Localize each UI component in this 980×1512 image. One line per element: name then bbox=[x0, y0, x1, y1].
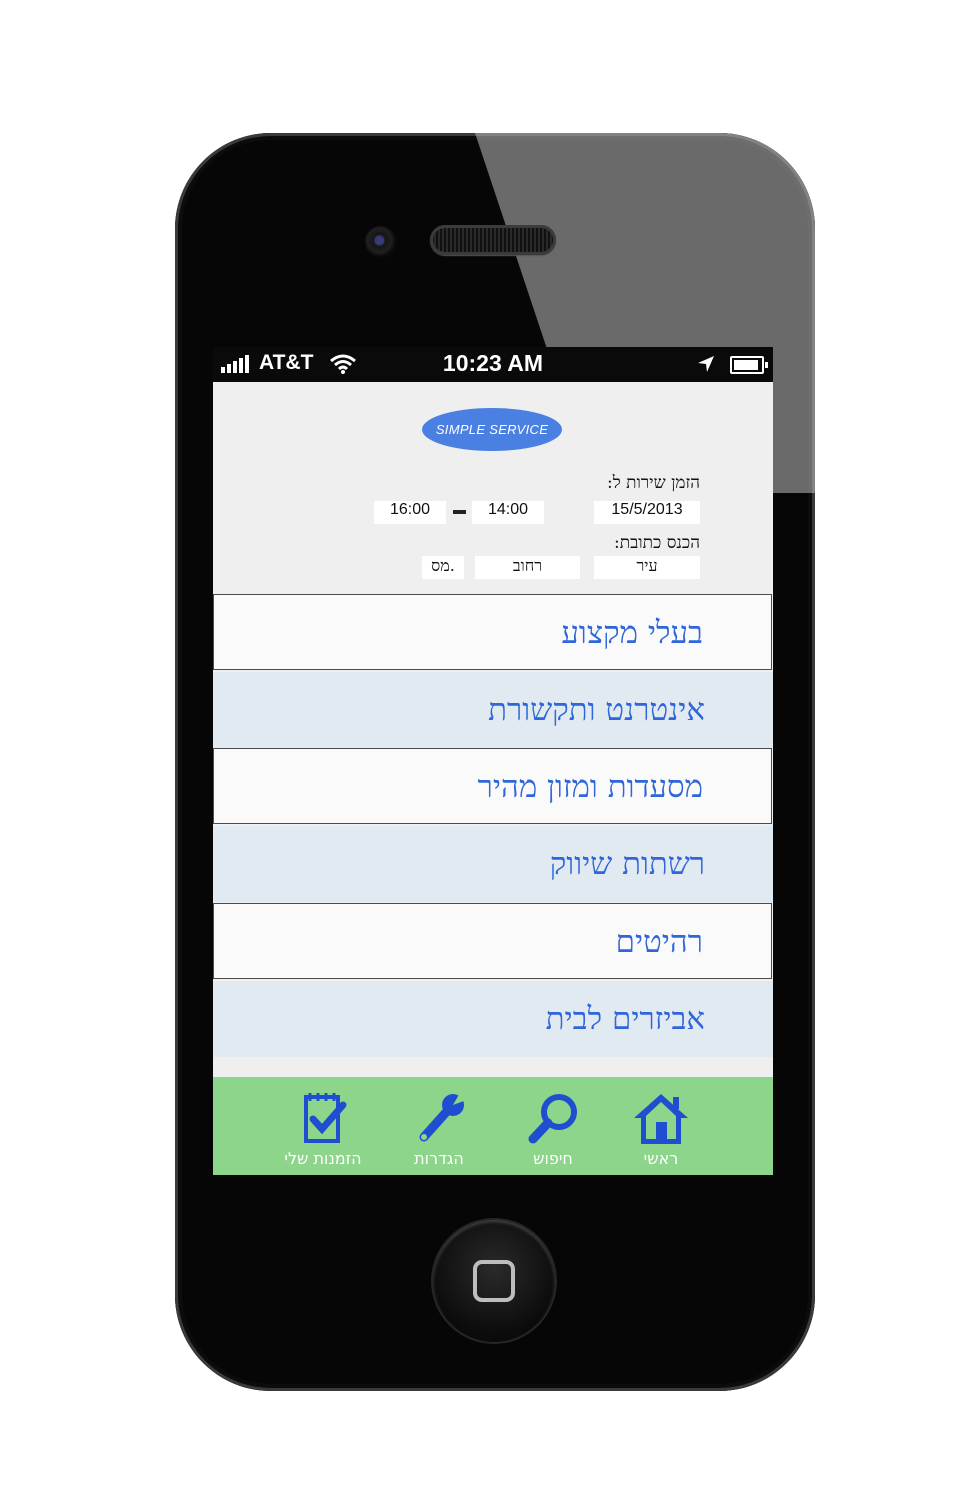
app-screen: AT&T 10:23 AM SIMPLE SERVICE הזמן שירות … bbox=[213, 347, 773, 1175]
home-icon bbox=[634, 1094, 688, 1144]
category-furniture[interactable]: רהיטים bbox=[213, 903, 772, 979]
battery-icon bbox=[730, 356, 768, 374]
house-number-field[interactable]: מס. bbox=[422, 556, 464, 579]
category-restaurants-fast-food[interactable]: מסעדות ומזון מהיר bbox=[213, 748, 772, 824]
front-camera bbox=[365, 226, 397, 258]
service-time-label: הזמן שירות ל: bbox=[607, 473, 700, 493]
tab-bar: ראשי חיפוש הגדרות הזמנות שלי bbox=[213, 1077, 773, 1175]
location-arrow-icon bbox=[698, 356, 714, 372]
time-range-separator bbox=[453, 510, 466, 514]
street-field[interactable]: רחוב bbox=[475, 556, 580, 579]
tab-my-orders[interactable]: הזמנות שלי bbox=[273, 1091, 373, 1168]
wrench-icon bbox=[419, 1091, 469, 1142]
tab-settings[interactable]: הגדרות bbox=[389, 1091, 489, 1168]
city-field[interactable]: עיר bbox=[594, 556, 700, 579]
category-retail-chains[interactable]: רשתות שיווק bbox=[213, 826, 773, 902]
tab-my-orders-label: הזמנות שלי bbox=[284, 1149, 362, 1168]
date-field[interactable]: 15/5/2013 bbox=[594, 501, 700, 524]
tab-home-label: ראשי bbox=[643, 1149, 679, 1168]
earpiece-speaker bbox=[430, 225, 556, 255]
address-label: הכנס כתובת: bbox=[613, 533, 700, 553]
tab-settings-label: הגדרות bbox=[414, 1149, 464, 1168]
home-button[interactable] bbox=[433, 1220, 555, 1342]
category-home-accessories[interactable]: אביזרים לבית bbox=[213, 981, 773, 1057]
time-to-field[interactable]: 16:00 bbox=[374, 501, 446, 524]
time-from-field[interactable]: 14:00 bbox=[472, 501, 544, 524]
status-bar: AT&T 10:23 AM bbox=[213, 347, 773, 382]
tab-search-label: חיפוש bbox=[533, 1149, 573, 1168]
magnifier-icon bbox=[528, 1094, 577, 1144]
tab-home[interactable]: ראשי bbox=[611, 1091, 711, 1168]
tab-search[interactable]: חיפוש bbox=[503, 1091, 603, 1168]
status-time: 10:23 AM bbox=[442, 350, 544, 376]
category-professionals[interactable]: בעלי מקצוע bbox=[213, 594, 772, 670]
app-logo: SIMPLE SERVICE bbox=[422, 408, 562, 451]
checklist-icon bbox=[304, 1093, 347, 1143]
category-internet-communication[interactable]: אינטרנט ותקשורת bbox=[213, 672, 773, 748]
